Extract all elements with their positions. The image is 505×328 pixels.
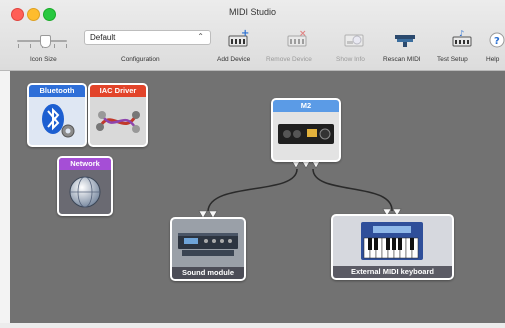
- test-setup-icon: ♪: [452, 29, 472, 47]
- test-setup-label: Test Setup: [437, 56, 468, 63]
- device-sound-module[interactable]: Sound module: [170, 217, 246, 281]
- toolbar: MIDI Studio Icon Size Default ⌃ Configur…: [0, 0, 505, 71]
- remove-device-button[interactable]: ×: [286, 29, 308, 49]
- remove-device-label: Remove Device: [266, 56, 312, 63]
- svg-text:×: ×: [299, 29, 307, 39]
- remove-device-icon: ×: [287, 29, 307, 47]
- show-info-label: Show Info: [336, 56, 365, 63]
- device-name: IAC Driver: [90, 85, 146, 97]
- svg-text:+: +: [241, 29, 249, 39]
- rescan-midi-icon: [395, 35, 415, 47]
- device-m2[interactable]: M2: [271, 98, 341, 162]
- slider-tick: [30, 44, 31, 48]
- configuration-value: Default: [90, 33, 116, 42]
- icon-size-label: Icon Size: [30, 56, 57, 63]
- midi-studio-canvas[interactable]: Bluetooth IAC Driver Network M2 Sound mo…: [10, 71, 505, 323]
- slider-tick: [54, 44, 55, 48]
- device-name: Sound module: [172, 267, 244, 279]
- m2-port-out: [311, 160, 321, 169]
- slider-tick: [66, 44, 67, 48]
- svg-text:?: ?: [494, 36, 500, 47]
- help-button[interactable]: ?: [488, 29, 505, 49]
- slider-knob[interactable]: [40, 35, 51, 48]
- configuration-label: Configuration: [121, 56, 160, 63]
- add-device-label: Add Device: [217, 56, 251, 63]
- updown-chevron-icon: ⌃: [197, 32, 204, 41]
- svg-text:♪: ♪: [459, 29, 464, 38]
- device-name: External MIDI keyboard: [333, 266, 452, 278]
- m2-port-out: [301, 160, 311, 169]
- device-bluetooth[interactable]: Bluetooth: [27, 83, 87, 147]
- rescan-midi-label: Rescan MIDI: [383, 56, 421, 63]
- iac-cables-icon: [90, 97, 146, 145]
- show-info-icon: [344, 34, 364, 47]
- device-name: M2: [273, 100, 339, 112]
- cable-m2-to-sound-module: [207, 168, 298, 212]
- rescan-midi-button[interactable]: [394, 29, 416, 49]
- device-network[interactable]: Network: [57, 156, 113, 216]
- show-info-button[interactable]: [343, 29, 365, 49]
- midi-studio-window: MIDI Studio Icon Size Default ⌃ Configur…: [0, 0, 505, 328]
- device-name: Network: [59, 158, 111, 170]
- slider-tick: [18, 44, 19, 48]
- help-label: Help: [486, 56, 500, 63]
- test-setup-button[interactable]: ♪: [451, 29, 473, 49]
- configuration-select[interactable]: Default ⌃: [84, 30, 211, 45]
- add-device-button[interactable]: +: [227, 29, 249, 49]
- cable-m2-to-keyboard: [312, 168, 393, 212]
- device-name: Bluetooth: [29, 85, 85, 97]
- m2-port-in: [291, 160, 301, 169]
- add-device-icon: +: [228, 29, 249, 47]
- bluetooth-icon: [29, 97, 85, 145]
- audio-interface-icon: [273, 112, 339, 160]
- window-title: MIDI Studio: [228, 7, 277, 17]
- device-external-midi-keyboard[interactable]: External MIDI keyboard: [331, 214, 454, 280]
- device-iac-driver[interactable]: IAC Driver: [88, 83, 148, 147]
- network-globe-icon: [59, 170, 111, 214]
- bottom-strip: [0, 323, 505, 328]
- help-icon: ?: [489, 32, 505, 48]
